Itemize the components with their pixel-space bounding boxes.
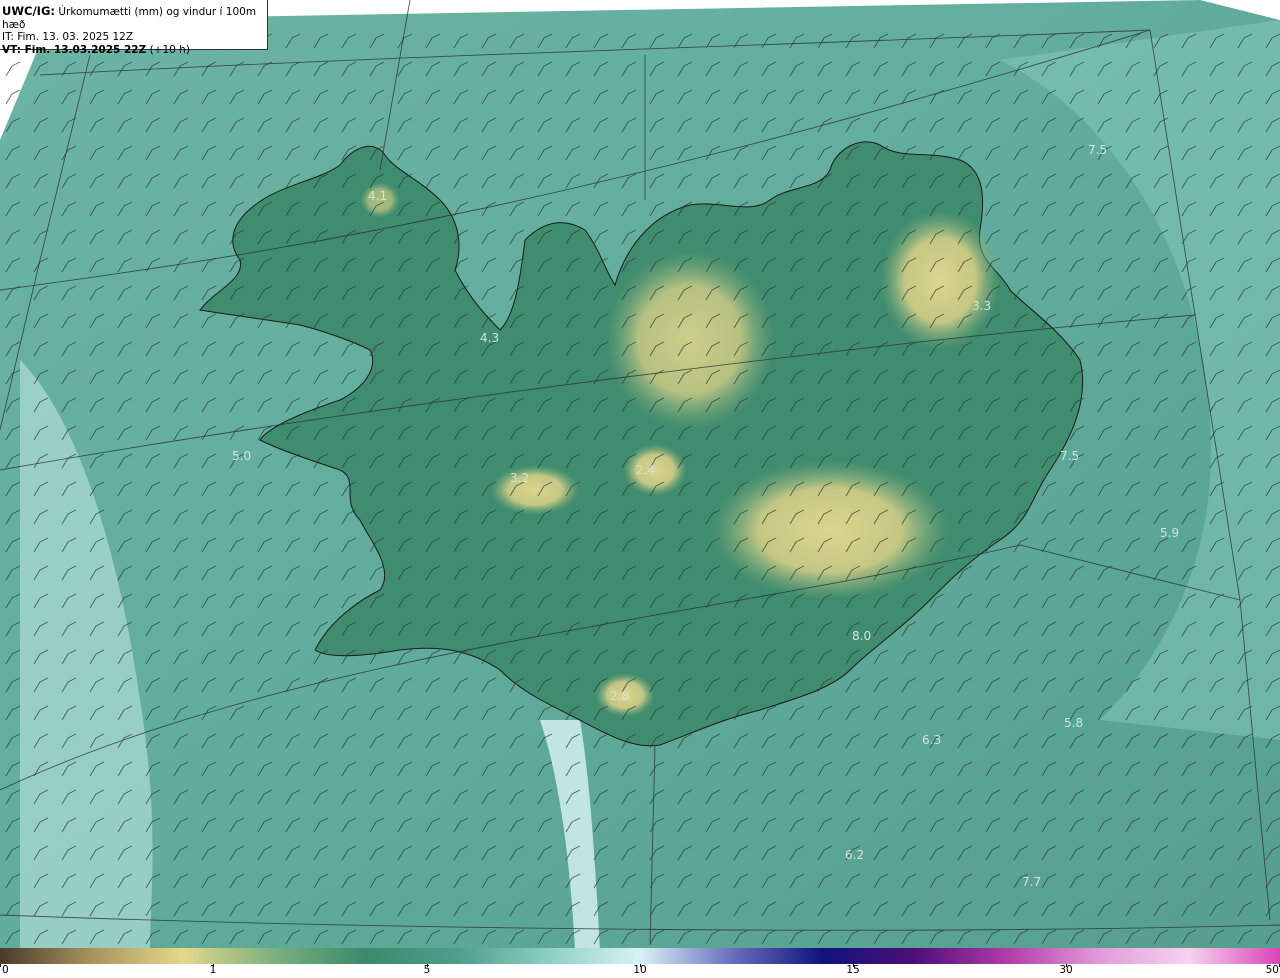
colorbar-tick-label: 15 — [846, 964, 860, 976]
label-south-vatna: 8.0 — [852, 629, 871, 643]
label-langjokull: 3.2 — [510, 471, 529, 485]
label-hofsjokull: 2.4 — [636, 463, 655, 477]
label-southeast-sea: 5.8 — [1064, 716, 1083, 730]
label-east-coast: 7.5 — [1060, 449, 1079, 463]
colorbar-tick-label: 5 — [423, 964, 431, 976]
label-south-far: 6.2 — [845, 848, 864, 862]
label-east-sea: 5.9 — [1160, 526, 1179, 540]
colorbar-tick-label: 0 — [2, 964, 9, 976]
precipitation-colorbar — [0, 948, 1280, 964]
label-south-far-east: 7.7 — [1022, 875, 1041, 889]
colorbar-tick-mark — [0, 964, 1, 967]
label-northwest: 4.3 — [480, 331, 499, 345]
label-westfjords: 4.1 — [368, 189, 387, 203]
colorbar-tick-label: 1 — [209, 964, 217, 976]
forecast-offset: (+10 h) — [146, 43, 190, 56]
colorbar-ticks: 0 1 5 10 15 30 50 — [0, 964, 1280, 978]
model-name: UWC/IG: — [2, 4, 55, 18]
colorbar-tick-label: 30 — [1059, 964, 1073, 976]
label-west: 5.0 — [232, 449, 251, 463]
label-northeast: 3.3 — [972, 299, 991, 313]
colorbar-tick-label: 10 — [633, 964, 647, 976]
precipitation-wind-map: 4.1 4.3 3.2 2.4 3.3 7.5 7.5 5.9 5.0 5.8 … — [0, 0, 1280, 950]
map-info-box: UWC/IG: Úrkomumætti (mm) og vindur í 100… — [0, 0, 268, 56]
colorbar-tick-label: 50 — [1265, 964, 1279, 976]
label-south-sea: 6.3 — [922, 733, 941, 747]
wind-barbs-field — [0, 20, 1280, 945]
valid-time: VT: Fim. 13.03.2025 22Z — [2, 43, 147, 56]
label-myrdalsjokull: 2.8 — [610, 689, 629, 703]
init-time: IT: Fim. 13. 03. 2025 12Z — [2, 31, 134, 43]
label-ne-sea: 7.5 — [1088, 143, 1107, 157]
